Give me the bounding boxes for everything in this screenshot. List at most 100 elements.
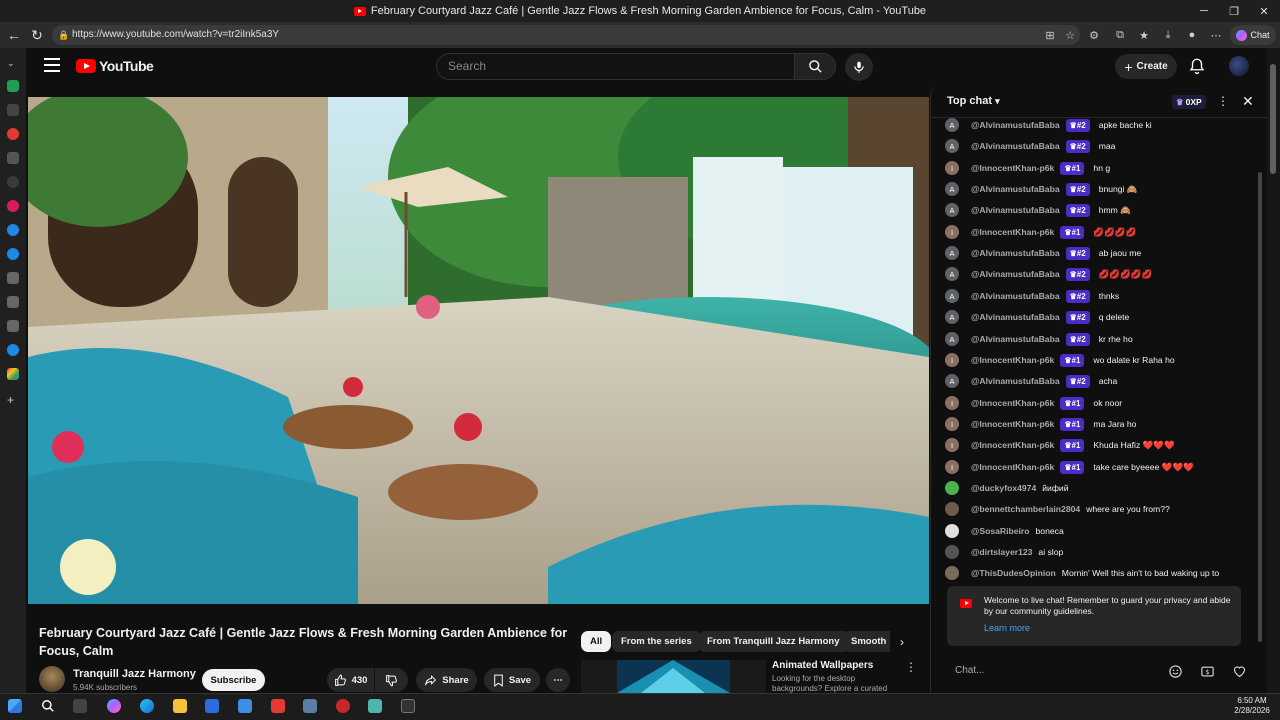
video-player[interactable] [28, 97, 929, 604]
page-scrollbar[interactable] [1267, 48, 1280, 693]
xp-badge[interactable]: ♛ 0XP [1172, 95, 1206, 109]
heart-icon[interactable] [1231, 663, 1247, 679]
chat-author-avatar[interactable]: A [945, 267, 959, 281]
sidebar-app-icon[interactable] [7, 104, 19, 116]
chat-author-name[interactable]: @dirtslayer123 [971, 547, 1032, 557]
chat-author-name[interactable]: @AlvinamustufaBaba [971, 312, 1060, 322]
profile-icon[interactable]: ● [1184, 27, 1200, 43]
file-explorer-icon[interactable] [173, 699, 187, 713]
system-clock[interactable]: 6:50 AM 2/28/2026 [1230, 696, 1274, 716]
chat-author-avatar[interactable] [945, 481, 959, 495]
chat-author-avatar[interactable]: I [945, 460, 959, 474]
chat-author-avatar[interactable]: A [945, 182, 959, 196]
chat-author-name[interactable]: @AlvinamustufaBaba [971, 376, 1060, 386]
chat-author-avatar[interactable]: A [945, 289, 959, 303]
voice-search-button[interactable] [845, 53, 873, 81]
chat-author-name[interactable]: @AlvinamustufaBaba [971, 334, 1060, 344]
chat-author-name[interactable]: @duckyfox4974 [971, 483, 1036, 493]
create-button[interactable]: + Create [1115, 54, 1177, 79]
chat-author-avatar[interactable]: A [945, 139, 959, 153]
chat-author-name[interactable]: @ThisDudesOpinion [971, 568, 1056, 578]
app-icon[interactable] [368, 699, 382, 713]
sidebar-app-icon[interactable] [7, 200, 19, 212]
chip-from-channel[interactable]: From Tranquill Jazz Harmony [698, 631, 849, 652]
chip-from-the-series[interactable]: From the series [612, 631, 701, 652]
back-icon[interactable]: ← [4, 25, 24, 45]
save-button[interactable]: Save [484, 668, 540, 692]
chat-author-avatar[interactable]: I [945, 396, 959, 410]
add-icon[interactable]: + [7, 394, 19, 406]
super-chat-icon[interactable]: $ [1199, 663, 1215, 679]
sidebar-app-icon[interactable] [7, 128, 19, 140]
chat-author-avatar[interactable]: I [945, 353, 959, 367]
chat-author-name[interactable]: @InnocentKhan-p6k [971, 398, 1054, 408]
chat-author-name[interactable]: @AlvinamustufaBaba [971, 141, 1060, 151]
favorites-icon[interactable]: ★ [1136, 27, 1152, 43]
chat-author-avatar[interactable]: A [945, 374, 959, 388]
sidebar-app-icon[interactable] [7, 248, 19, 260]
channel-name[interactable]: Tranquill Jazz Harmony [73, 668, 196, 680]
more-actions-button[interactable]: ⋯ [546, 668, 570, 692]
sidebar-app-icon[interactable] [7, 224, 19, 236]
taskbar-search-icon[interactable] [41, 699, 55, 713]
chat-author-name[interactable]: @InnocentKhan-p6k [971, 163, 1054, 173]
speaker-icon[interactable] [7, 152, 19, 164]
dislike-button[interactable] [375, 668, 408, 692]
extensions-icon[interactable]: ⚙ [1086, 27, 1102, 43]
reload-icon[interactable]: ↻ [27, 25, 47, 45]
collapse-icon[interactable]: ⌄ [7, 58, 19, 70]
chat-author-name[interactable]: @SosaRibeiro [971, 526, 1030, 536]
youtube-logo[interactable]: YouTube [76, 58, 154, 74]
task-view-icon[interactable] [73, 699, 87, 713]
account-avatar[interactable] [1229, 56, 1249, 76]
channel-avatar[interactable] [39, 666, 65, 692]
chat-author-avatar[interactable] [945, 566, 959, 580]
youtube-app-icon[interactable] [271, 699, 285, 713]
learn-more-link[interactable]: Learn more [984, 623, 1030, 633]
chip-smooth[interactable]: Smooth [842, 631, 890, 652]
sidebar-app-icon[interactable] [7, 296, 19, 308]
chat-author-name[interactable]: @AlvinamustufaBaba [971, 269, 1060, 279]
chat-scrollbar[interactable] [1258, 122, 1263, 642]
chat-author-avatar[interactable]: I [945, 438, 959, 452]
minimize-icon[interactable]: ─ [1188, 0, 1220, 22]
more-options-icon[interactable]: ⋯ [1208, 27, 1224, 43]
maximize-icon[interactable]: ❐ [1218, 0, 1250, 22]
chevron-right-icon[interactable]: › [893, 633, 911, 651]
chat-author-avatar[interactable]: I [945, 161, 959, 175]
store-icon[interactable] [205, 699, 219, 713]
chat-author-avatar[interactable]: A [945, 203, 959, 217]
chat-author-name[interactable]: @AlvinamustufaBaba [971, 184, 1060, 194]
sidebar-app-icon[interactable] [7, 344, 19, 356]
split-screen-icon[interactable]: ⧉ [1112, 27, 1128, 43]
search-input[interactable]: Search [436, 53, 794, 80]
menu-icon[interactable] [44, 58, 60, 72]
search-button[interactable] [794, 53, 836, 80]
chat-author-name[interactable]: @AlvinamustufaBaba [971, 248, 1060, 258]
settings-icon[interactable] [7, 176, 19, 188]
chat-author-avatar[interactable] [945, 502, 959, 516]
chat-author-avatar[interactable]: A [945, 246, 959, 260]
sidebar-app-icon[interactable] [7, 368, 19, 380]
chat-author-avatar[interactable]: A [945, 332, 959, 346]
close-window-icon[interactable]: ✕ [1248, 0, 1280, 22]
chat-author-avatar[interactable]: I [945, 225, 959, 239]
app-icon[interactable] [401, 699, 415, 713]
sidebar-app-icon[interactable] [7, 272, 19, 284]
chat-author-name[interactable]: @InnocentKhan-p6k [971, 227, 1054, 237]
share-button[interactable]: Share [416, 668, 477, 692]
notifications-icon[interactable] [1188, 57, 1206, 75]
app-available-icon[interactable]: ⊞ [1042, 27, 1058, 43]
chat-author-name[interactable]: @InnocentKhan-p6k [971, 355, 1054, 365]
like-button[interactable]: 430 [327, 668, 374, 692]
recommendation-title[interactable]: Animated Wallpapers [772, 660, 873, 671]
edge-icon[interactable] [140, 699, 154, 713]
chat-author-avatar[interactable]: A [945, 310, 959, 324]
chat-author-name[interactable]: @InnocentKhan-p6k [971, 440, 1054, 450]
sidebar-app-icon[interactable] [7, 80, 19, 92]
chat-author-name[interactable]: @bennettchamberlain2804 [971, 504, 1080, 514]
more-vertical-icon[interactable]: ⋮ [905, 660, 917, 674]
chip-all[interactable]: All [581, 631, 612, 652]
chat-author-name[interactable]: @AlvinamustufaBaba [971, 205, 1060, 215]
chat-author-avatar[interactable]: A [945, 118, 959, 132]
